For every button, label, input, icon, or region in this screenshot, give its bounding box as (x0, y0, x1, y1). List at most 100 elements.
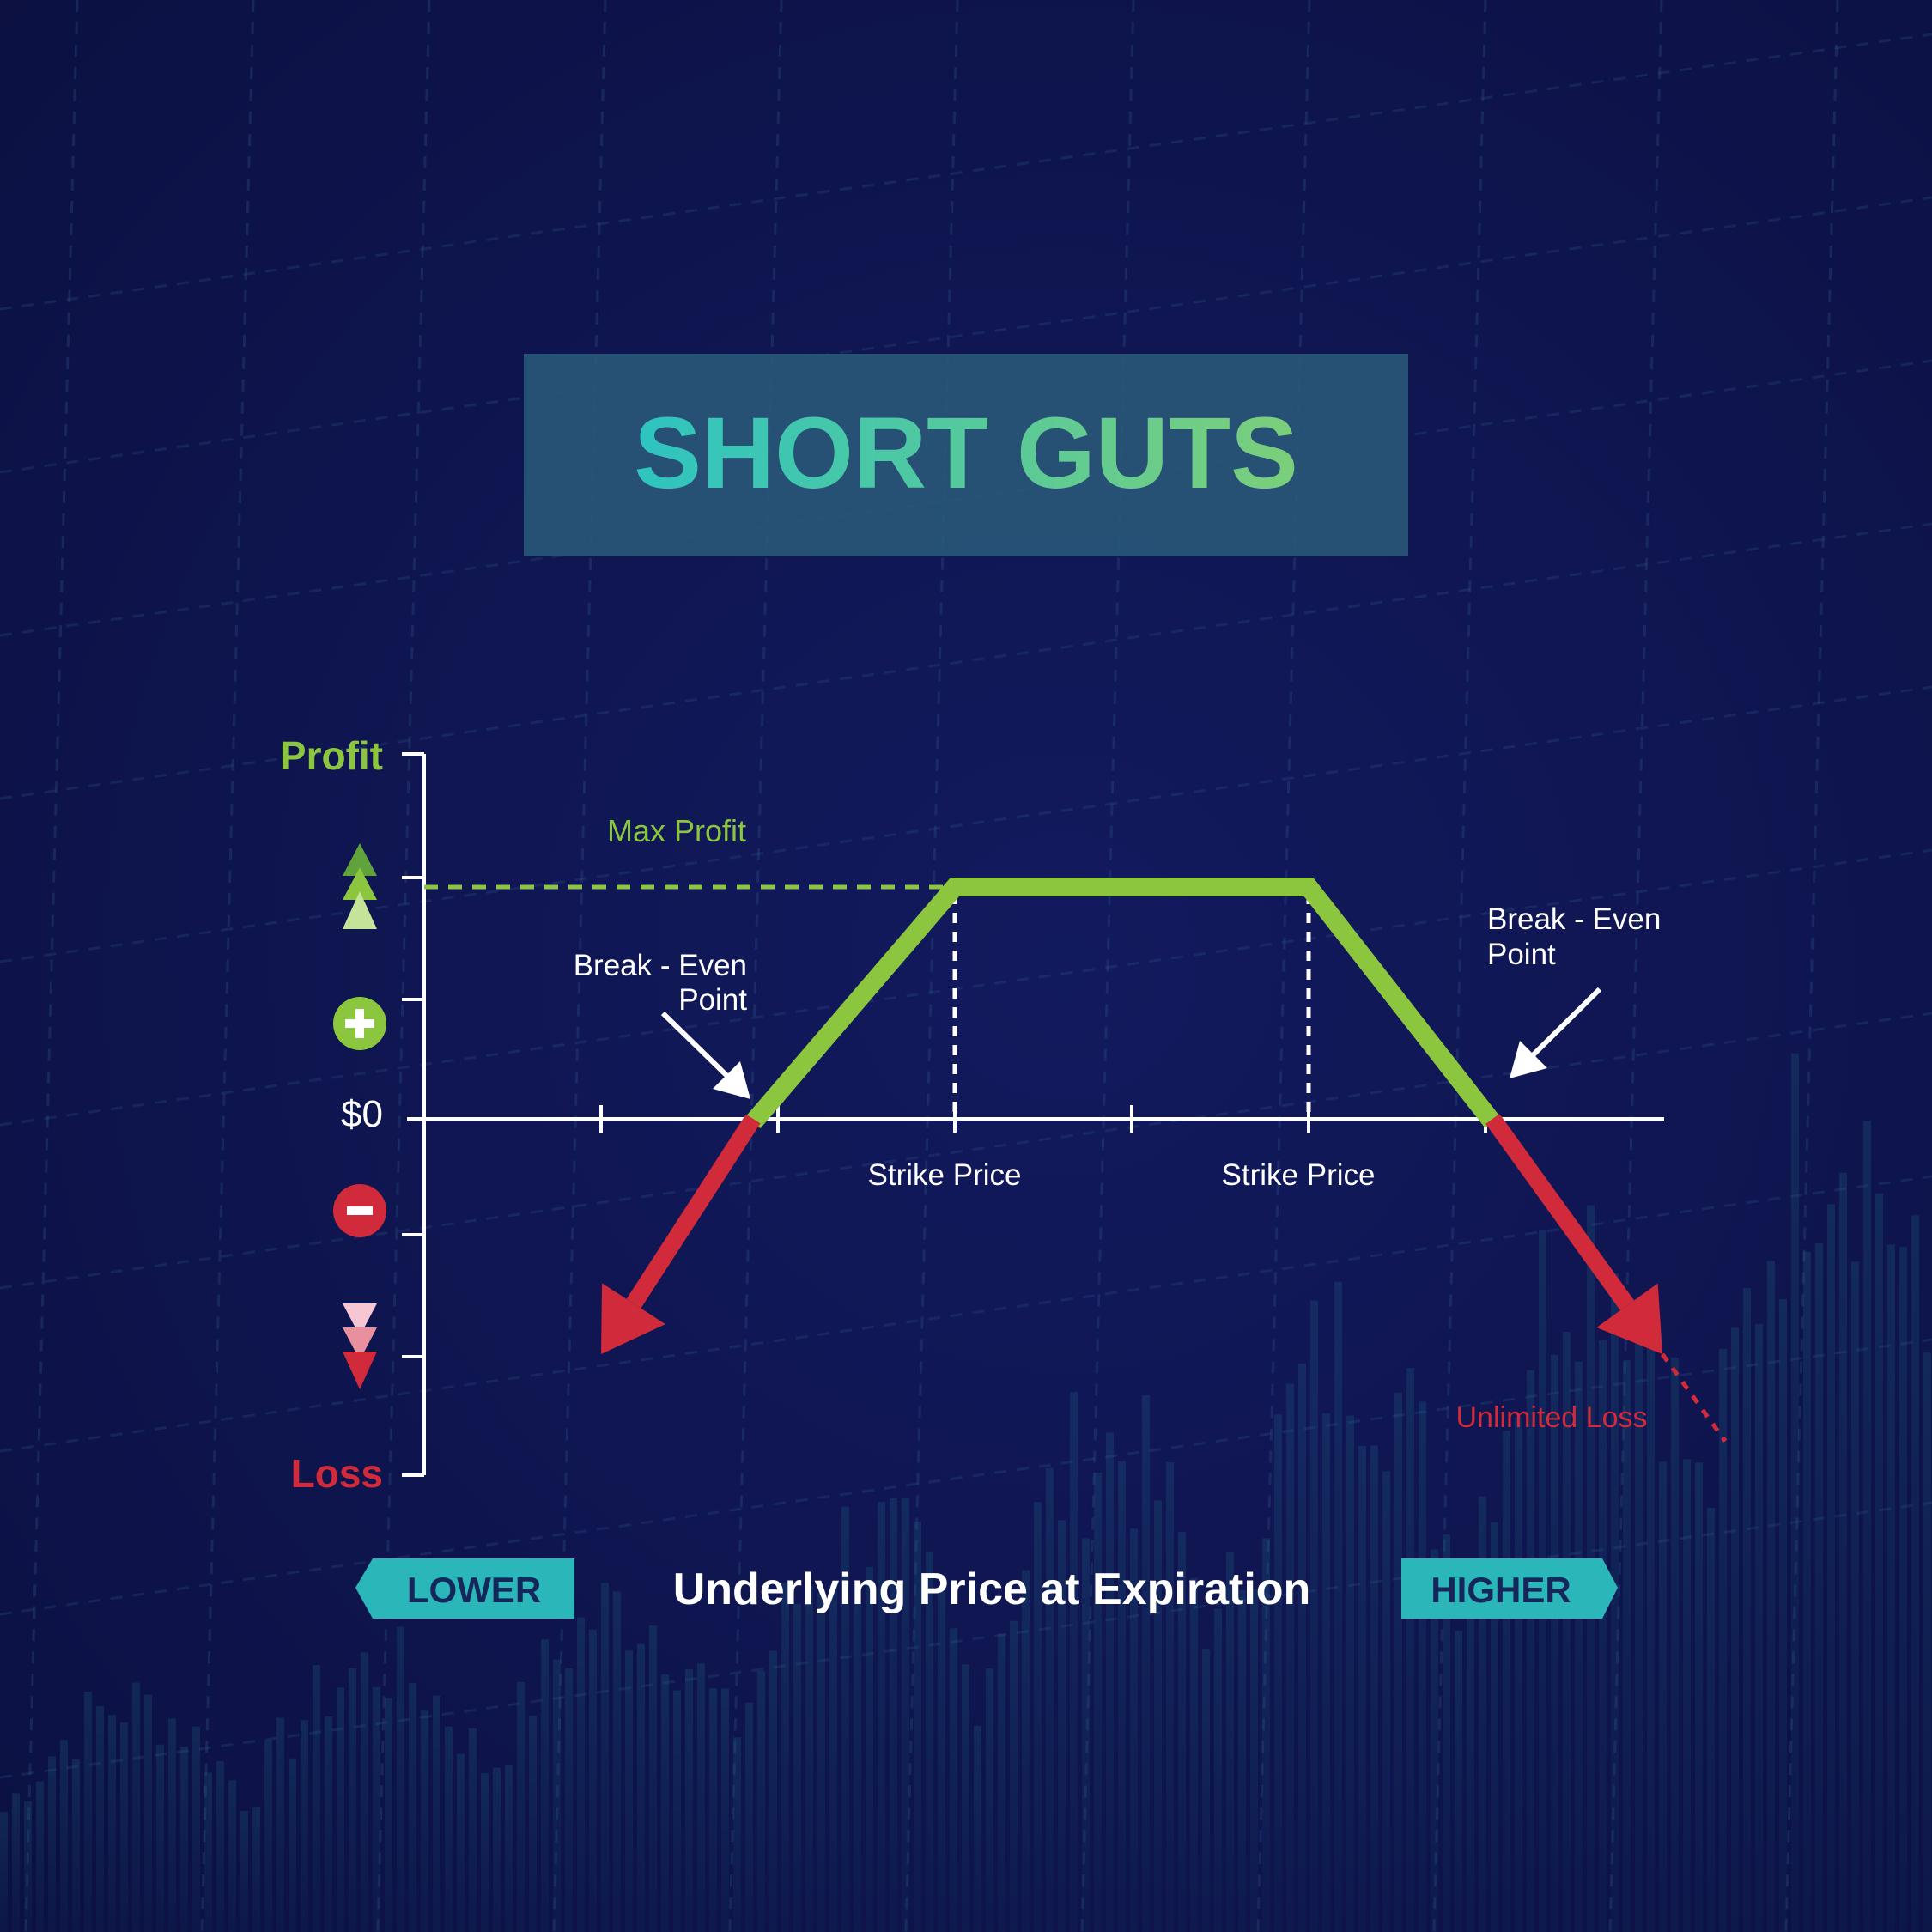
bg-bar (974, 1725, 981, 1932)
y-axis-loss-label: Loss (291, 1451, 383, 1496)
bg-bar (1214, 1608, 1222, 1932)
bg-bar (1767, 1261, 1775, 1932)
bg-bar (1238, 1589, 1246, 1932)
bg-bar (289, 1758, 296, 1932)
bg-bar (0, 1812, 8, 1932)
bg-bar (60, 1740, 68, 1932)
bg-bar (866, 1567, 873, 1932)
bg-bar (781, 1583, 789, 1932)
bg-bar (385, 1698, 392, 1932)
bg-bar (902, 1498, 909, 1932)
bg-bar (1851, 1261, 1859, 1932)
bg-bar (276, 1717, 284, 1932)
bg-bar (1358, 1445, 1366, 1932)
bg-bar (132, 1682, 140, 1932)
bg-bar (1166, 1462, 1174, 1932)
bg-bar (1791, 1053, 1799, 1932)
bg-bar (950, 1628, 957, 1932)
bg-bar (890, 1498, 897, 1932)
bg-bar (1695, 1462, 1703, 1932)
bg-bar (24, 1801, 32, 1932)
bg-bar (120, 1722, 128, 1932)
bg-bar (1635, 1298, 1643, 1932)
x-tick-label: Strike Price (1222, 1158, 1376, 1192)
bg-bar (541, 1639, 549, 1932)
bg-bar (1382, 1471, 1390, 1932)
bg-bar (1803, 1251, 1811, 1932)
bg-bar (228, 1780, 236, 1932)
bg-bar (1623, 1360, 1631, 1932)
bg-bar (1647, 1344, 1655, 1932)
bg-bar (1022, 1570, 1030, 1932)
bg-bar (505, 1765, 513, 1932)
bg-bar (264, 1740, 272, 1932)
bg-bar (72, 1759, 80, 1932)
bg-bar (661, 1674, 669, 1932)
bg-bar (1887, 1244, 1895, 1932)
bg-bar (84, 1692, 92, 1932)
bg-bar (313, 1665, 320, 1932)
bg-bar (1863, 1121, 1871, 1932)
bg-bar (1719, 1348, 1727, 1932)
x-tick-label: Strike Price (868, 1158, 1022, 1192)
plus-circle-icon (333, 997, 386, 1050)
bg-bar (252, 1807, 260, 1932)
bg-bar (793, 1603, 801, 1932)
bg-bar (805, 1586, 813, 1932)
bg-bar (1875, 1193, 1883, 1932)
bg-bar (577, 1617, 585, 1932)
bg-bar (854, 1587, 861, 1932)
bg-bar (1142, 1395, 1150, 1932)
bg-bar (1575, 1361, 1583, 1932)
bg-bar (1118, 1461, 1126, 1932)
bg-bar (1010, 1620, 1018, 1932)
bg-bar (601, 1583, 609, 1932)
bg-bar (1322, 1413, 1330, 1932)
bg-bar (36, 1781, 44, 1932)
bg-bar (1755, 1323, 1763, 1932)
lower-badge-label: LOWER (407, 1570, 541, 1610)
bg-bar (1743, 1288, 1751, 1932)
bg-bar (1911, 1215, 1919, 1932)
bg-bar (517, 1681, 525, 1932)
max-profit-label: Max Profit (607, 813, 746, 848)
break-even-left-label-line1: Break - Even (574, 949, 747, 982)
bg-bar (986, 1668, 993, 1932)
bg-bar (589, 1629, 597, 1932)
bg-bar (529, 1716, 537, 1932)
bg-bar (1190, 1577, 1198, 1932)
bg-bar (445, 1726, 453, 1932)
bg-bar (216, 1761, 224, 1932)
bg-bar (709, 1688, 717, 1932)
bg-bar (168, 1718, 176, 1932)
bg-bar (96, 1705, 104, 1932)
bg-bar (180, 1746, 188, 1932)
bg-bar (373, 1686, 380, 1932)
bg-bar (397, 1626, 404, 1932)
bg-bar (685, 1668, 693, 1932)
y-axis-profit-label: Profit (280, 733, 383, 778)
bg-bar (1923, 1352, 1931, 1932)
bg-bar (697, 1663, 705, 1932)
bg-bar (962, 1664, 969, 1932)
bg-bar (649, 1625, 657, 1932)
bg-bar (409, 1683, 416, 1932)
bg-bar (1779, 1298, 1787, 1932)
bg-bar (745, 1702, 753, 1932)
bg-bar (1731, 1327, 1739, 1932)
bg-bar (637, 1643, 645, 1932)
bg-bar (938, 1589, 945, 1932)
bg-bar (192, 1726, 200, 1932)
bg-bar (1419, 1401, 1426, 1932)
bg-bar (12, 1793, 20, 1932)
higher-badge: HIGHER (1401, 1558, 1618, 1619)
bg-bar (1455, 1631, 1462, 1932)
bg-bar (1406, 1368, 1414, 1932)
bg-bar (721, 1688, 729, 1932)
bg-bar (1827, 1204, 1835, 1932)
bg-bar (625, 1650, 633, 1932)
bg-bar (817, 1593, 825, 1932)
bg-bar (1370, 1445, 1378, 1932)
bg-bar (998, 1633, 1005, 1932)
bg-bar (337, 1687, 344, 1932)
